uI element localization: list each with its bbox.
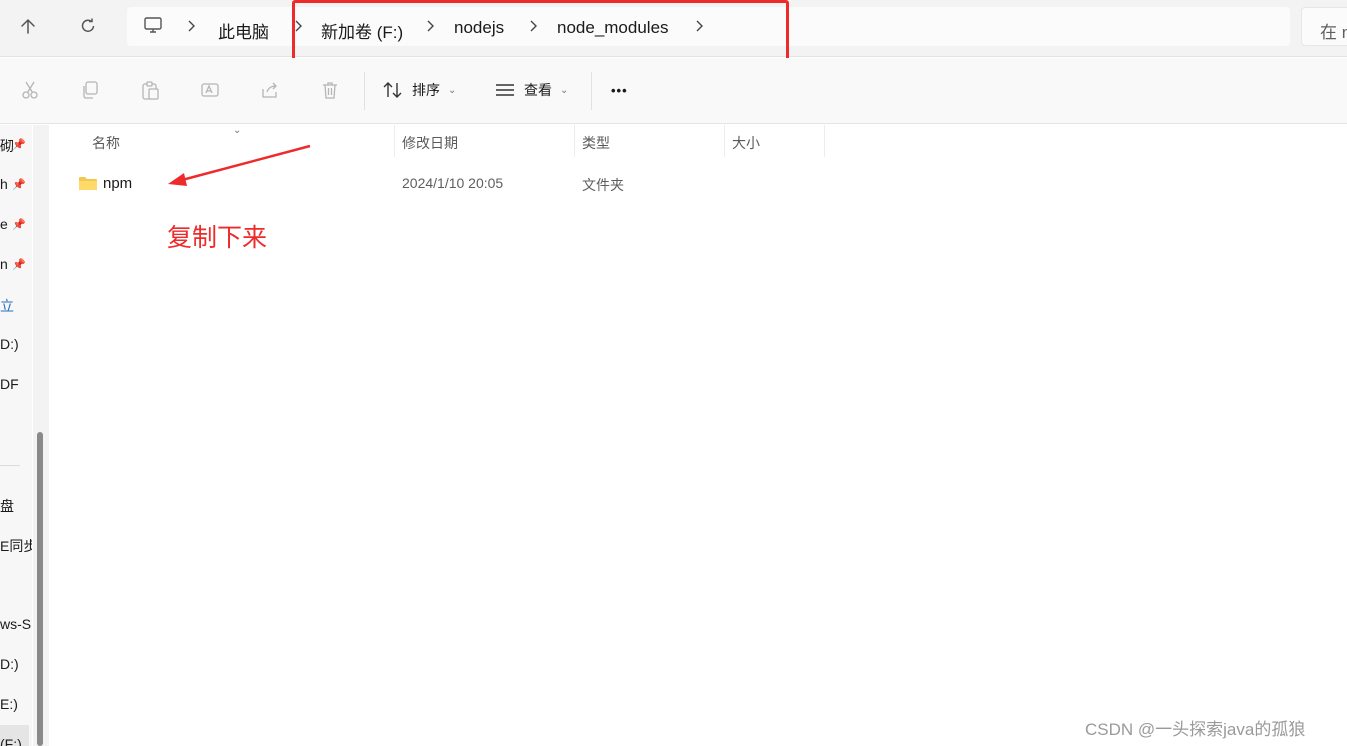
- sidebar-item[interactable]: n: [0, 256, 8, 272]
- sidebar-item[interactable]: D:): [0, 336, 19, 352]
- command-toolbar: 排序 ⌄ 查看 ⌄ •••: [0, 58, 1347, 124]
- sidebar-divider: [0, 465, 20, 466]
- sidebar-item[interactable]: DF: [0, 376, 19, 392]
- folder-icon: [79, 177, 97, 190]
- sidebar-item[interactable]: E:): [0, 696, 18, 712]
- view-button[interactable]: 查看 ⌄: [494, 76, 568, 104]
- pin-icon: 📌: [12, 259, 26, 271]
- watermark: CSDN @一头探索java的孤狼: [1085, 720, 1306, 739]
- column-divider[interactable]: [724, 125, 725, 157]
- column-header-modified[interactable]: 修改日期: [402, 133, 458, 153]
- column-divider[interactable]: [574, 125, 575, 157]
- sidebar-scrollbar[interactable]: [33, 125, 49, 746]
- pin-icon: 📌: [12, 219, 26, 231]
- sort-icon: [383, 82, 402, 98]
- sidebar-item[interactable]: 立: [0, 296, 14, 316]
- cut-icon[interactable]: [18, 78, 42, 102]
- annotation-highlight-box: [292, 0, 789, 61]
- sidebar-item[interactable]: e: [0, 216, 8, 232]
- file-explorer-window: 此电脑 新加卷 (F:) nodejs node_modules 在 n 排序 …: [0, 0, 1347, 746]
- copy-icon[interactable]: [78, 78, 102, 102]
- annotation-text: 复制下来: [167, 223, 268, 252]
- rename-icon[interactable]: [198, 78, 222, 102]
- more-options-button[interactable]: •••: [611, 76, 628, 104]
- view-list-icon: [496, 84, 514, 96]
- more-icon: •••: [611, 82, 628, 98]
- sidebar-item[interactable]: ws-S: [0, 616, 31, 632]
- pin-icon: 📌: [12, 179, 26, 191]
- column-header-type[interactable]: 类型: [582, 133, 610, 153]
- column-divider[interactable]: [824, 125, 825, 157]
- view-label: 查看: [524, 82, 552, 98]
- sort-label: 排序: [412, 82, 440, 98]
- file-name[interactable]: npm: [103, 175, 132, 192]
- sort-button[interactable]: 排序 ⌄: [382, 76, 456, 104]
- sidebar-item[interactable]: E同步: [0, 536, 32, 556]
- pin-icon: 📌: [12, 139, 26, 151]
- sidebar-item[interactable]: D:): [0, 656, 19, 672]
- search-placeholder: 在 n: [1320, 23, 1347, 42]
- toolbar-divider: [591, 72, 592, 110]
- breadcrumb-this-pc[interactable]: 此电脑: [218, 18, 269, 43]
- column-header-name[interactable]: 名称: [92, 133, 120, 153]
- breadcrumb-chevron-icon[interactable]: [185, 16, 197, 36]
- up-arrow-button[interactable]: [8, 8, 48, 44]
- navigation-pane: 砌 📌 h 📌 e 📌 n 📌 立 D:) DF 盘 E同步 ws-S D:) …: [0, 125, 32, 746]
- refresh-icon: [81, 18, 95, 32]
- file-type: 文件夹: [582, 177, 624, 193]
- sidebar-item[interactable]: 盘: [0, 496, 14, 516]
- scrollbar-thumb[interactable]: [37, 432, 43, 746]
- sort-indicator-icon: ⌄: [233, 125, 242, 136]
- address-row: 此电脑 新加卷 (F:) nodejs node_modules 在 n: [0, 0, 1347, 61]
- annotation-arrow-icon: [168, 144, 311, 186]
- column-header-size[interactable]: 大小: [732, 133, 760, 153]
- chevron-down-icon: ⌄: [448, 84, 457, 96]
- chevron-down-icon: ⌄: [560, 84, 569, 96]
- delete-icon[interactable]: [318, 78, 342, 102]
- column-divider[interactable]: [394, 125, 395, 157]
- toolbar-divider: [364, 72, 365, 110]
- computer-icon: [143, 16, 163, 39]
- refresh-button[interactable]: [68, 8, 108, 44]
- file-modified-date: 2024/1/10 20:05: [402, 175, 504, 191]
- paste-icon[interactable]: [138, 78, 162, 102]
- search-box[interactable]: 在 n: [1301, 7, 1347, 46]
- sidebar-item[interactable]: h: [0, 176, 8, 192]
- sidebar-item-drive-f[interactable]: (F:): [0, 736, 22, 746]
- up-arrow-icon: [21, 18, 35, 34]
- share-icon[interactable]: [258, 78, 282, 102]
